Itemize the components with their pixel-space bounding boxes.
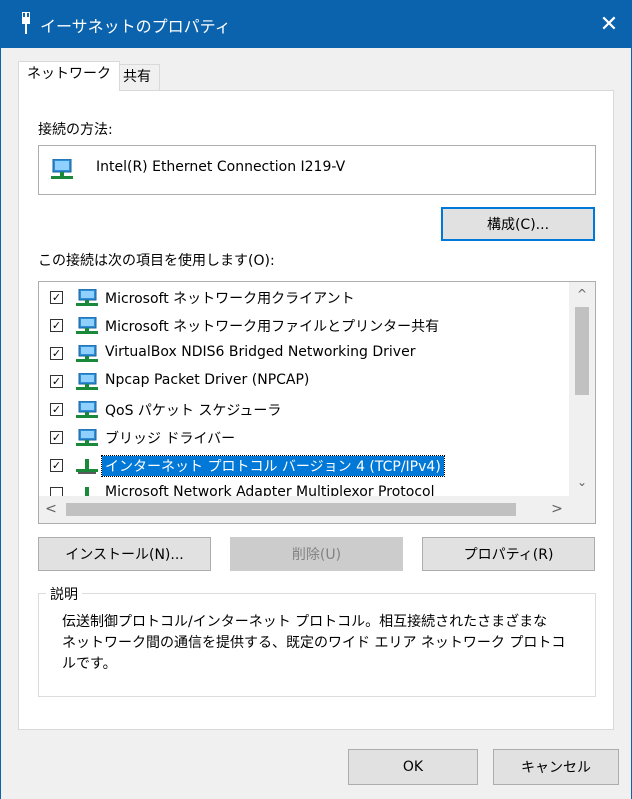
list-item[interactable]: ✓ ブリッジ ドライバー [39,424,567,452]
configure-button[interactable]: 構成(C)... [441,207,595,241]
adapter-box: Intel(R) Ethernet Connection I219-V [38,145,596,195]
tab-sharing[interactable]: 共有 [114,64,160,90]
ethernet-icon [22,12,30,34]
network-adapter-icon [51,159,73,179]
protocol-icon [76,457,98,479]
network-client-icon [76,288,98,311]
item-label: インターネット プロトコル バージョン 4 (TCP/IPv4) [101,455,445,477]
properties-button[interactable]: プロパティ(R) [422,537,595,571]
ok-button[interactable]: OK [348,749,478,785]
horizontal-scrollbar[interactable]: < > [39,496,569,523]
description-text: 伝送制御プロトコル/インターネット プロトコル。相互接続されたさまざまな ネット… [62,614,566,672]
cancel-button[interactable]: キャンセル [493,749,619,785]
item-label: ブリッジ ドライバー [105,431,236,447]
adapter-name: Intel(R) Ethernet Connection I219-V [96,159,346,175]
item-label: Npcap Packet Driver (NPCAP) [105,372,310,388]
list-item[interactable]: ✓ Npcap Packet Driver (NPCAP) [39,368,567,396]
item-label: VirtualBox NDIS6 Bridged Networking Driv… [105,344,416,360]
scroll-right-icon[interactable]: > [545,496,569,523]
item-checkbox[interactable]: ✓ [50,403,63,416]
network-service-icon [76,428,98,451]
scroll-up-icon[interactable]: ^ [569,284,595,304]
list-item[interactable]: ✓ QoS パケット スケジューラ [39,396,567,424]
network-service-icon [76,316,98,339]
window-title: イーサネットのプロパティ [40,17,231,36]
item-label: QoS パケット スケジューラ [105,403,282,419]
component-list[interactable]: ✓ Microsoft ネットワーク用クライアント ✓ Microsoft ネットワー… [38,281,596,524]
scroll-corner [569,496,595,523]
list-item[interactable]: ✓ Microsoft ネットワーク用クライアント [39,284,567,312]
item-checkbox[interactable]: ✓ [50,291,63,304]
uninstall-button[interactable]: 削除(U) [230,537,403,571]
close-icon: ✕ [599,11,619,37]
list-item[interactable]: ✓ Microsoft ネットワーク用ファイルとプリンター共有 [39,312,567,340]
items-label: この接続は次の項目を使用します(O): [38,253,275,269]
network-service-icon [76,344,98,367]
item-checkbox[interactable]: ✓ [50,319,63,332]
list-item[interactable]: ✓ VirtualBox NDIS6 Bridged Networking Dri… [39,340,567,368]
connect-using-label: 接続の方法: [38,122,113,138]
item-checkbox[interactable]: ✓ [50,459,63,472]
network-service-icon [76,372,98,395]
scroll-thumb[interactable] [575,307,589,395]
install-button[interactable]: インストール(N)... [38,537,211,571]
tab-network[interactable]: ネットワーク [18,61,120,91]
item-checkbox[interactable]: ✓ [50,375,63,388]
description-caption: 説明 [46,584,82,604]
item-checkbox[interactable]: ✓ [50,431,63,444]
item-checkbox[interactable]: ✓ [50,347,63,360]
close-button[interactable]: ✕ [586,0,632,48]
scroll-down-icon[interactable]: ⌄ [569,472,595,492]
vertical-scrollbar[interactable]: ^ ⌄ [569,282,595,496]
scroll-left-icon[interactable]: < [39,496,63,523]
network-service-icon [76,400,98,423]
item-label: Microsoft ネットワーク用ファイルとプリンター共有 [105,319,440,335]
item-label: Microsoft ネットワーク用クライアント [105,291,355,307]
h-scroll-thumb[interactable] [66,503,516,516]
title-bar: イーサネットのプロパティ ✕ [0,0,632,48]
list-item[interactable]: ✓ インターネット プロトコル バージョン 4 (TCP/IPv4) [39,452,567,480]
